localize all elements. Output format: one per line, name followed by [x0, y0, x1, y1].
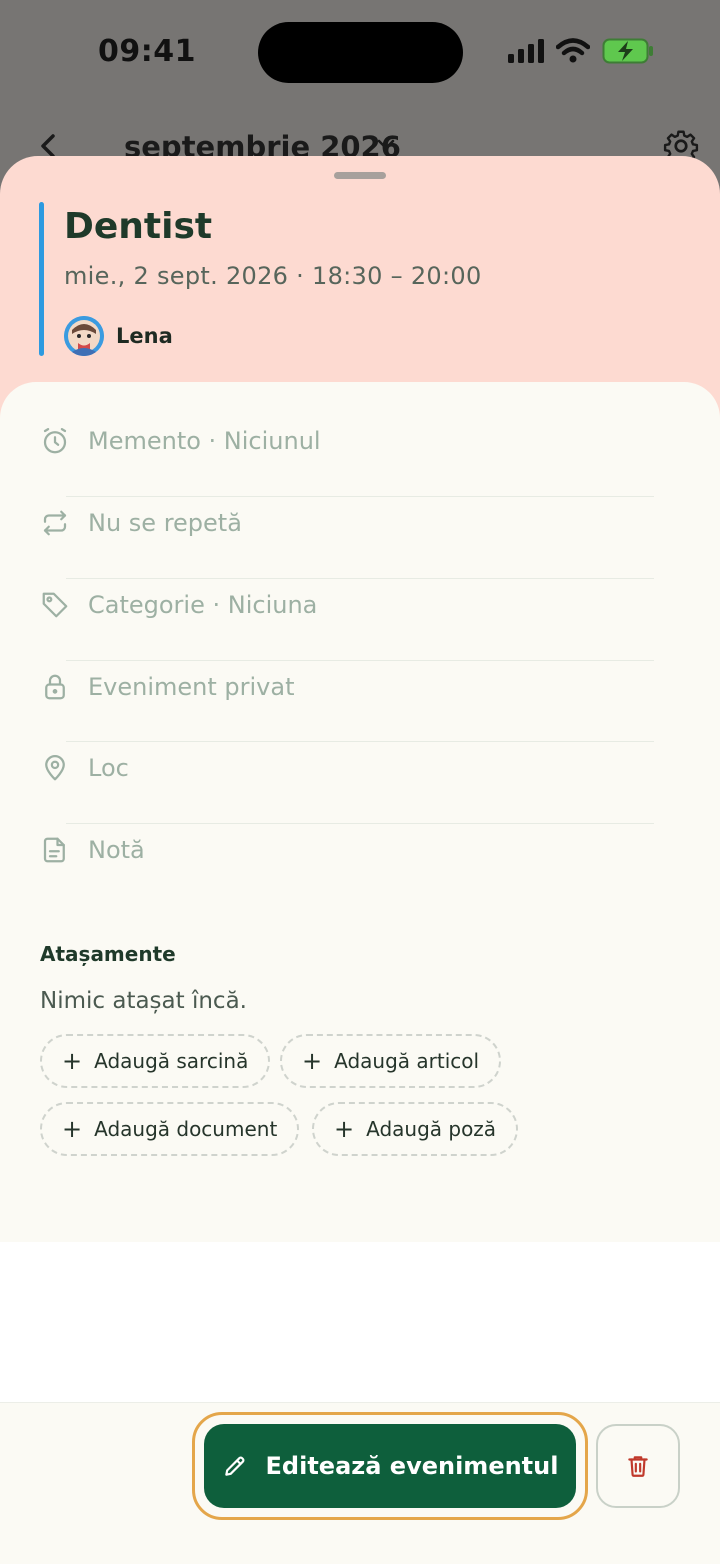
location-row[interactable]: Loc: [40, 727, 654, 809]
chevron-down-icon: [377, 139, 395, 150]
reminder-row[interactable]: Memento · Niciunul: [40, 400, 654, 482]
pencil-icon: [224, 1456, 244, 1476]
attendee-name: Lena: [116, 324, 173, 348]
trash-icon: [628, 1456, 648, 1477]
plus-icon: +: [334, 1115, 355, 1143]
event-attendee: Lena: [64, 316, 173, 356]
add-task-label: Adaugă sarcină: [94, 1049, 249, 1073]
location-label: Loc: [88, 754, 129, 782]
note-icon: [40, 835, 70, 865]
private-event-row[interactable]: Eveniment privat: [40, 646, 654, 728]
add-photo-chip[interactable]: + Adaugă poză: [312, 1102, 519, 1156]
avatar: [64, 316, 104, 356]
status-icons: [508, 38, 654, 64]
add-document-label: Adaugă document: [94, 1117, 278, 1141]
attachments-empty-text: Nimic atașat încă.: [40, 988, 247, 1014]
plus-icon: +: [302, 1047, 323, 1075]
lock-icon: [40, 672, 70, 702]
delete-event-button[interactable]: [596, 1424, 680, 1508]
plus-icon: +: [62, 1115, 83, 1143]
add-task-chip[interactable]: + Adaugă sarcină: [40, 1034, 271, 1088]
repeat-row[interactable]: Nu se repetă: [40, 482, 654, 564]
location-pin-icon: [40, 753, 70, 783]
status-time: 09:41: [98, 34, 196, 69]
tag-icon: [40, 590, 70, 620]
private-event-label: Eveniment privat: [88, 673, 295, 701]
plus-icon: +: [62, 1047, 83, 1075]
attachments-title: Atașamente: [40, 942, 176, 966]
add-item-chip[interactable]: + Adaugă articol: [280, 1034, 502, 1088]
edit-event-button[interactable]: Editează evenimentul: [204, 1424, 576, 1508]
add-photo-label: Adaugă poză: [366, 1117, 497, 1141]
dynamic-island: [258, 22, 463, 83]
edit-event-label: Editează evenimentul: [265, 1452, 559, 1480]
event-date-time: mie., 2 sept. 2026 · 18:30 – 20:00: [64, 262, 482, 290]
cellular-signal-icon: [508, 39, 544, 63]
event-color-bar: [39, 202, 44, 356]
category-label: Categorie · Niciuna: [88, 591, 318, 619]
repeat-icon: [40, 508, 70, 538]
sheet-grabber[interactable]: [334, 172, 386, 179]
category-row[interactable]: Categorie · Niciuna: [40, 564, 654, 646]
sheet-empty-area: [0, 1242, 720, 1402]
note-row[interactable]: Notă: [40, 809, 654, 891]
status-bar: 09:41: [0, 0, 720, 110]
event-title: Dentist: [64, 206, 213, 247]
add-item-label: Adaugă articol: [334, 1049, 480, 1073]
reminder-label: Memento · Niciunul: [88, 427, 321, 455]
note-label: Notă: [88, 836, 145, 864]
battery-charging-icon: [602, 38, 653, 64]
avatar-illustration: [64, 316, 104, 356]
event-details-panel: Memento · Niciunul Nu se repetă Categori…: [0, 382, 720, 1242]
wifi-icon: [556, 38, 590, 63]
repeat-label: Nu se repetă: [88, 509, 242, 537]
alarm-icon: [40, 426, 70, 456]
add-document-chip[interactable]: + Adaugă document: [40, 1102, 300, 1156]
